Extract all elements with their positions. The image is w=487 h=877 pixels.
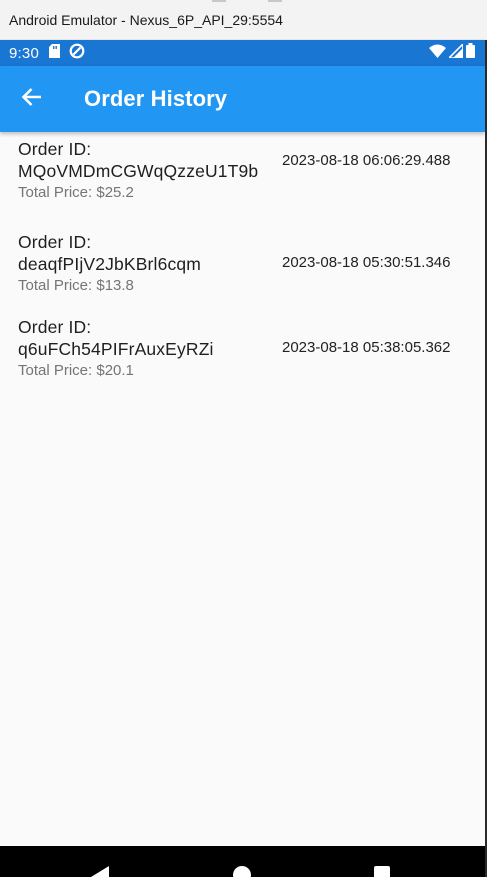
nav-recents-icon[interactable]: [374, 866, 390, 877]
order-info: Order ID: q6uFCh54PIFrAuxEyRZi Total Pri…: [18, 316, 263, 381]
order-id-value: deaqfPIjV2JbKBrl6cqm: [18, 254, 201, 274]
status-right-icons: [429, 41, 475, 63]
status-time: 9:30: [9, 44, 39, 62]
order-id-value: q6uFCh54PIFrAuxEyRZi: [18, 339, 214, 359]
order-id-value: MQoVMDmCGWqQzzeU1T9b: [18, 161, 259, 181]
titlebar-control-ghost: [268, 0, 282, 2]
order-id-label: Order ID:: [18, 317, 92, 337]
back-button[interactable]: [10, 77, 54, 121]
titlebar-control-ghost: [212, 0, 226, 2]
sd-card-icon: [49, 43, 60, 63]
order-list-item[interactable]: Order ID: MQoVMDmCGWqQzzeU1T9b Total Pri…: [0, 132, 485, 224]
status-left-icons: [49, 43, 85, 64]
sync-icon: [69, 43, 85, 64]
nav-back-icon[interactable]: [91, 866, 111, 877]
arrow-back-icon: [21, 86, 43, 113]
order-list: Order ID: MQoVMDmCGWqQzzeU1T9b Total Pri…: [0, 132, 485, 394]
order-info: Order ID: MQoVMDmCGWqQzzeU1T9b Total Pri…: [18, 138, 263, 203]
system-navigation-bar: [0, 846, 485, 877]
order-info: Order ID: deaqfPIjV2JbKBrl6cqm Total Pri…: [18, 231, 263, 296]
order-id-heading: Order ID: MQoVMDmCGWqQzzeU1T9b: [18, 138, 263, 182]
order-date: 2023-08-18 05:38:05.362: [282, 339, 451, 356]
order-total-price: Total Price: $13.8: [18, 277, 134, 294]
window-title: Android Emulator - Nexus_6P_API_29:5554: [9, 12, 283, 28]
app-bar: Order History: [0, 66, 485, 132]
order-list-item[interactable]: Order ID: deaqfPIjV2JbKBrl6cqm Total Pri…: [0, 224, 485, 309]
page-title: Order History: [84, 86, 228, 111]
status-bar: 9:30: [0, 40, 485, 66]
emulator-window-titlebar: Android Emulator - Nexus_6P_API_29:5554: [0, 0, 487, 40]
order-date: 2023-08-18 05:30:51.346: [282, 254, 451, 271]
order-date: 2023-08-18 06:06:29.488: [282, 152, 451, 169]
battery-icon: [466, 43, 475, 63]
nav-home-icon[interactable]: [233, 866, 251, 877]
order-id-heading: Order ID: q6uFCh54PIFrAuxEyRZi: [18, 316, 263, 360]
cell-signal-icon: [447, 41, 464, 63]
order-total-price: Total Price: $25.2: [18, 184, 134, 201]
order-list-item[interactable]: Order ID: q6uFCh54PIFrAuxEyRZi Total Pri…: [0, 309, 485, 394]
order-total-price: Total Price: $20.1: [18, 362, 134, 379]
order-id-label: Order ID:: [18, 139, 92, 159]
order-id-heading: Order ID: deaqfPIjV2JbKBrl6cqm: [18, 231, 263, 275]
order-id-label: Order ID:: [18, 232, 92, 252]
wifi-icon: [429, 44, 446, 63]
device-screen: 9:30 Order History Order ID: MQoVMDmCGWq…: [0, 40, 487, 877]
